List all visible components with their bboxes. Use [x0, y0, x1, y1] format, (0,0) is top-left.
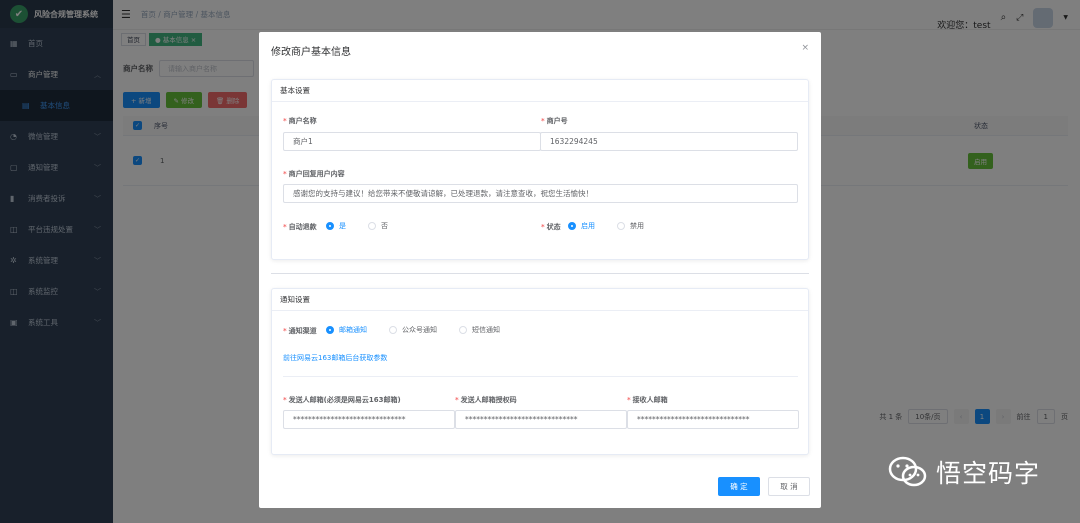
merchant-no-label: * 商户号	[541, 117, 568, 125]
sender-email-input[interactable]: ******************************	[283, 410, 455, 429]
status-enabled-radio[interactable]: 启用	[568, 221, 595, 231]
merchant-name-input[interactable]: 商户1	[283, 132, 541, 151]
notify-settings-header: 通知设置	[272, 289, 808, 311]
watermark: 悟空码字	[888, 454, 1040, 490]
channel-email-radio[interactable]: 邮箱通知	[326, 325, 367, 335]
cancel-button[interactable]: 取 消	[768, 477, 810, 496]
status-label: * 状态	[541, 223, 561, 231]
basic-settings-header: 基本设置	[272, 80, 808, 102]
watermark-text: 悟空码字	[936, 459, 1041, 488]
edit-merchant-dialog: 修改商户基本信息 × 基本设置 * 商户名称 商户1 * 商户号 163229424…	[259, 32, 821, 508]
channel-official-radio[interactable]: 公众号通知	[389, 325, 437, 335]
email-params-link[interactable]: 前往网易云163邮箱后台获取参数	[283, 353, 387, 363]
section-divider	[271, 273, 809, 274]
close-icon[interactable]: ×	[801, 43, 809, 53]
notify-channel-radio-group: 邮箱通知 公众号通知 短信通知	[326, 325, 522, 335]
merchant-name-label: * 商户名称	[283, 117, 317, 125]
wechat-logo-icon	[888, 456, 928, 488]
channel-sms-radio[interactable]: 短信通知	[459, 325, 500, 335]
auth-code-input[interactable]: ******************************	[455, 410, 627, 429]
reply-content-label: * 商户回复用户内容	[283, 170, 345, 178]
auto-refund-no-radio[interactable]: 否	[368, 221, 388, 231]
auto-refund-label: * 自动退款	[283, 223, 317, 231]
status-disabled-radio[interactable]: 禁用	[617, 221, 644, 231]
receiver-email-input[interactable]: ******************************	[627, 410, 799, 429]
basic-settings-card: 基本设置 * 商户名称 商户1 * 商户号 1632294245 * 商户回复用户内容…	[271, 79, 809, 260]
auto-refund-yes-radio[interactable]: 是	[326, 221, 346, 231]
merchant-no-input[interactable]: 1632294245	[540, 132, 798, 151]
receiver-email-label: * 接收人邮箱	[627, 396, 668, 404]
auto-refund-radio-group: 是 否	[326, 221, 410, 231]
auth-code-label: * 发送人邮箱授权码	[455, 396, 517, 404]
confirm-button[interactable]: 确 定	[718, 477, 760, 496]
sender-email-label: * 发送人邮箱(必须是网易云163邮箱)	[283, 396, 401, 404]
status-radio-group: 启用 禁用	[568, 221, 666, 231]
dialog-title: 修改商户基本信息	[271, 47, 351, 58]
notify-channel-label: * 通知渠道	[283, 327, 317, 335]
notify-settings-card: 通知设置 * 通知渠道 邮箱通知 公众号通知 短信通知 前往网易云163邮箱后台获…	[271, 288, 809, 455]
form-divider	[283, 376, 798, 377]
reply-content-input[interactable]: 感谢您的支持与建议！给您带来不便敬请谅解，已处理退款，请注意查收，祝您生活愉快！	[283, 184, 798, 203]
